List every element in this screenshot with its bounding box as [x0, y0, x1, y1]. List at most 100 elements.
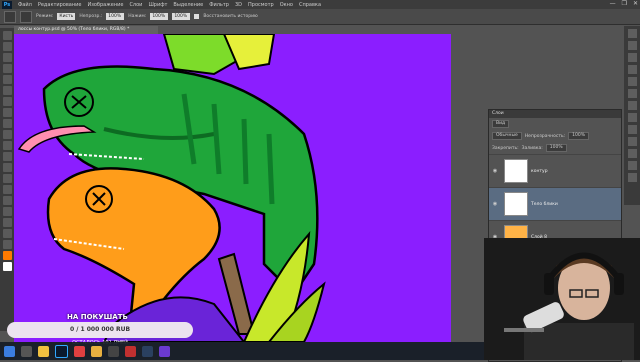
gradient-tool-icon[interactable] [2, 152, 12, 161]
color-panel-icon[interactable] [627, 53, 637, 62]
layer-name: Тело блики [531, 201, 558, 207]
brush-panel-icon[interactable] [627, 89, 637, 98]
obs-icon[interactable] [108, 345, 119, 357]
media-icon[interactable] [125, 345, 136, 357]
menu-edit[interactable]: Редактирование [35, 2, 85, 8]
hand-tool-icon[interactable] [2, 229, 12, 238]
adjustments-panel-icon[interactable] [627, 77, 637, 86]
layers-panel-icon[interactable] [627, 161, 637, 170]
lock-row: Закрепить: Заливка: 100% [489, 142, 621, 154]
window-controls: — ❐ ✕ [610, 0, 638, 7]
flow-field[interactable]: 100% [150, 13, 169, 20]
crop-tool-icon[interactable] [2, 75, 12, 84]
properties-panel-icon[interactable] [627, 41, 637, 50]
layer-filter-select[interactable]: Вид [492, 120, 510, 128]
app-icon[interactable] [159, 345, 170, 357]
mode-select[interactable]: Кисть [57, 13, 76, 20]
right-dock-panel [624, 26, 640, 205]
marquee-tool-icon[interactable] [2, 42, 12, 51]
restore-history-label: Восстановить историю [203, 14, 258, 19]
fill-field[interactable]: 100% [545, 144, 567, 152]
folder-icon[interactable] [91, 345, 102, 357]
start-icon[interactable] [4, 345, 15, 357]
menu-type[interactable]: Шрифт [145, 2, 170, 8]
tools-panel [0, 28, 14, 331]
flow2-field[interactable]: 100% [172, 13, 191, 20]
search-icon[interactable] [21, 345, 32, 357]
donation-title: НА ПОКУШАТЬ [67, 313, 128, 321]
menu-file[interactable]: Файл [15, 2, 35, 8]
type-tool-icon[interactable] [2, 196, 12, 205]
eraser-tool-icon[interactable] [2, 141, 12, 150]
ps-icon[interactable] [55, 344, 68, 358]
artwork-illustration [17, 34, 326, 342]
stamp-tool-icon[interactable] [2, 119, 12, 128]
menu-layers[interactable]: Слои [126, 2, 145, 8]
menu-help[interactable]: Справка [296, 2, 324, 8]
brush-tool-icon[interactable] [2, 108, 12, 117]
info-panel-icon[interactable] [627, 173, 637, 182]
path-select-tool-icon[interactable] [2, 207, 12, 216]
photoshop-logo-icon: Ps [2, 0, 12, 9]
blend-mode-select[interactable]: Обычные [492, 132, 522, 140]
brush-preset-picker[interactable] [20, 10, 32, 23]
opacity-field[interactable]: 100% [106, 13, 125, 20]
menu-image[interactable]: Изображение [84, 2, 126, 8]
menu-window[interactable]: Окно [277, 2, 296, 8]
document-tab[interactable]: лоссы контур.psd @ 50% (Тело блики, RGB/… [14, 26, 158, 34]
steam-icon[interactable] [142, 345, 153, 357]
minimize-icon[interactable]: — [610, 0, 616, 7]
healing-tool-icon[interactable] [2, 97, 12, 106]
background-color-swatch[interactable] [2, 262, 12, 271]
chrome-icon[interactable] [74, 345, 85, 357]
layer-row[interactable]: ◉ Тело блики [489, 187, 621, 220]
restore-history-checkbox[interactable] [194, 14, 200, 19]
maximize-icon[interactable]: ❐ [622, 0, 627, 7]
close-icon[interactable]: ✕ [633, 0, 638, 7]
channels-panel-icon[interactable] [627, 137, 637, 146]
visibility-eye-icon[interactable]: ◉ [489, 201, 501, 207]
foreground-color-swatch[interactable] [2, 251, 12, 260]
windows-taskbar [0, 342, 484, 360]
history-panel-icon[interactable] [627, 29, 637, 38]
zoom-tool-icon[interactable] [2, 240, 12, 249]
menu-3d[interactable]: 3D [232, 2, 245, 8]
pen-tool-icon[interactable] [2, 185, 12, 194]
blur-tool-icon[interactable] [2, 163, 12, 172]
swatches-panel-icon[interactable] [627, 65, 637, 74]
flow-label: Нажим: [128, 14, 147, 19]
layer-thumbnail [504, 192, 528, 216]
menu-filter[interactable]: Фильтр [206, 2, 232, 8]
layers-panel-title[interactable]: Слои [489, 110, 621, 118]
layers-filter-row: Вид [489, 118, 621, 130]
mode-label: Режим: [36, 14, 54, 19]
paths-panel-icon[interactable] [627, 125, 637, 134]
character-panel-icon[interactable] [627, 101, 637, 110]
layer-opacity-label: Непрозрачность: [524, 133, 566, 139]
lasso-tool-icon[interactable] [2, 53, 12, 62]
layer-name: контур [531, 168, 548, 174]
eyedropper-tool-icon[interactable] [2, 86, 12, 95]
dodge-tool-icon[interactable] [2, 174, 12, 183]
canvas[interactable] [14, 34, 451, 342]
layer-thumbnail [504, 159, 528, 183]
history-brush-tool-icon[interactable] [2, 130, 12, 139]
menu-view[interactable]: Просмотр [245, 2, 277, 8]
donation-progress-bar: 0 / 1 000 000 RUB [7, 322, 193, 338]
layer-row[interactable]: ◉ контур [489, 154, 621, 187]
menu-bar: Ps Файл Редактирование Изображение Слои … [0, 0, 640, 9]
fill-label: Заливка: [521, 145, 543, 151]
options-bar: Режим: Кисть Непрозр.: 100% Нажим: 100% … [0, 9, 640, 25]
layer-opacity-field[interactable]: 100% [568, 132, 590, 140]
visibility-eye-icon[interactable]: ◉ [489, 168, 501, 174]
shape-tool-icon[interactable] [2, 218, 12, 227]
paragraph-panel-icon[interactable] [627, 113, 637, 122]
quick-select-tool-icon[interactable] [2, 64, 12, 73]
explorer-icon[interactable] [38, 345, 49, 357]
3d-panel-icon[interactable] [627, 149, 637, 158]
blend-row: Обычные Непрозрачность: 100% [489, 130, 621, 142]
move-tool-icon[interactable] [2, 31, 12, 40]
menu-select[interactable]: Выделение [170, 2, 206, 8]
donation-amount: 0 / 1 000 000 RUB [69, 326, 131, 333]
history-brush-icon[interactable] [4, 10, 16, 23]
